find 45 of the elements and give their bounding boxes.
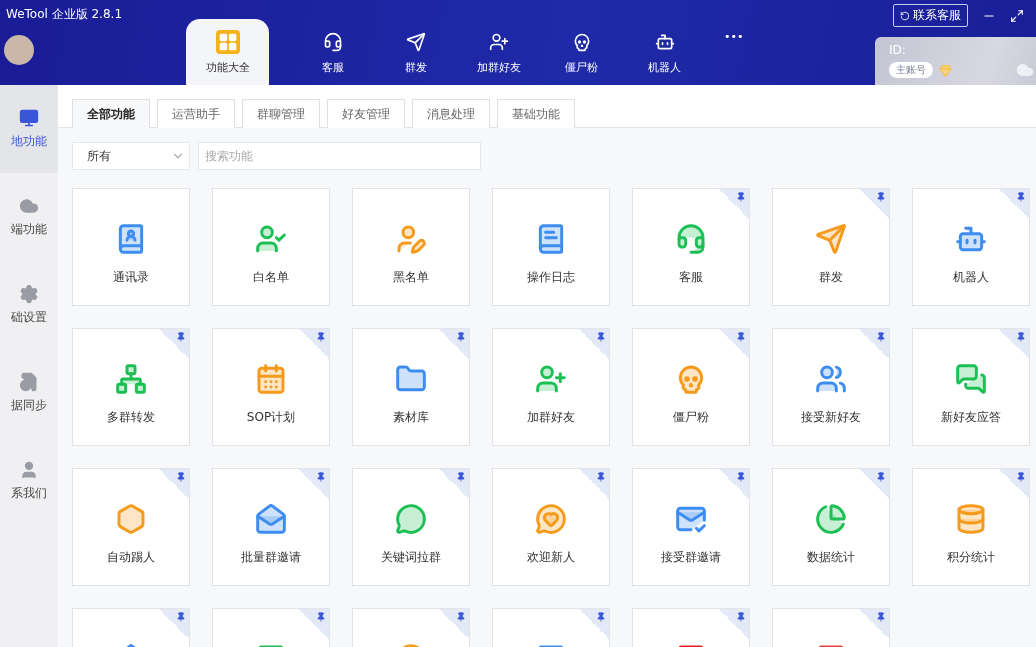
feature-card[interactable]: 自动踢人 (72, 468, 190, 586)
feature-card[interactable]: 多群转发 (72, 328, 190, 446)
feature-card[interactable]: 积分统计 (912, 468, 1030, 586)
feature-card[interactable]: 关键词拉群 (352, 468, 470, 586)
feature-card[interactable]: 黑名单 (352, 188, 470, 306)
nav-tab[interactable]: 群发 (374, 19, 457, 85)
sidebar-item[interactable]: 地功能 (0, 85, 58, 173)
nav-tab[interactable]: 客服 (291, 19, 374, 85)
category-tab[interactable]: 运营助手 (157, 99, 235, 128)
feature-card[interactable]: SOP计划 (212, 328, 330, 446)
sidebar-item[interactable]: 系我们 (0, 437, 58, 525)
feature-card[interactable]: 群发 (772, 188, 890, 306)
nav-tab[interactable]: 功能大全 (186, 19, 269, 85)
feature-card[interactable]: 素材库 (352, 328, 470, 446)
feature-card[interactable]: 新好友应答 (912, 328, 1030, 446)
feature-card[interactable]: 白名单 (212, 188, 330, 306)
nav-tab[interactable]: 机器人 (623, 19, 706, 85)
contact-support-button[interactable]: 联系客服 (893, 4, 968, 27)
feature-card[interactable]: 欢迎新人 (492, 468, 610, 586)
category-tab[interactable]: 全部功能 (72, 99, 150, 128)
category-tab[interactable]: 消息处理 (412, 99, 490, 128)
category-tab[interactable]: 基础功能 (497, 99, 575, 128)
window-title: WeTool 企业版 2.8.1 (6, 6, 123, 23)
category-tab[interactable]: 好友管理 (327, 99, 405, 128)
nav-tab[interactable]: 加群好友 (457, 19, 540, 85)
id-label: ID: (889, 43, 907, 57)
filter-dropdown[interactable]: 所有 (72, 142, 190, 170)
feature-card[interactable]: 僵尸粉 (632, 328, 750, 446)
feature-card[interactable]: 客服 (632, 188, 750, 306)
feature-card[interactable]: 操作日志 (492, 188, 610, 306)
feature-card[interactable]: 接受群邀请 (632, 468, 750, 586)
category-tab[interactable]: 群聊管理 (242, 99, 320, 128)
feature-card[interactable]: 加群好友 (492, 328, 610, 446)
feature-card[interactable]: 批量群邀请 (212, 468, 330, 586)
nav-tab[interactable]: 僵尸粉 (540, 19, 623, 85)
search-field[interactable]: 搜索功能 (198, 142, 481, 170)
sidebar-item[interactable]: 据同步 (0, 349, 58, 437)
account-badge: 主账号 (889, 62, 933, 78)
feature-card[interactable]: 机器人 (912, 188, 1030, 306)
feature-card[interactable]: 数据统计 (772, 468, 890, 586)
sidebar-item[interactable]: 端功能 (0, 173, 58, 261)
sidebar-item[interactable]: 础设置 (0, 261, 58, 349)
feature-card[interactable]: 通讯录 (72, 188, 190, 306)
more-button[interactable]: ••• (724, 30, 744, 43)
feature-card[interactable]: 接受新好友 (772, 328, 890, 446)
